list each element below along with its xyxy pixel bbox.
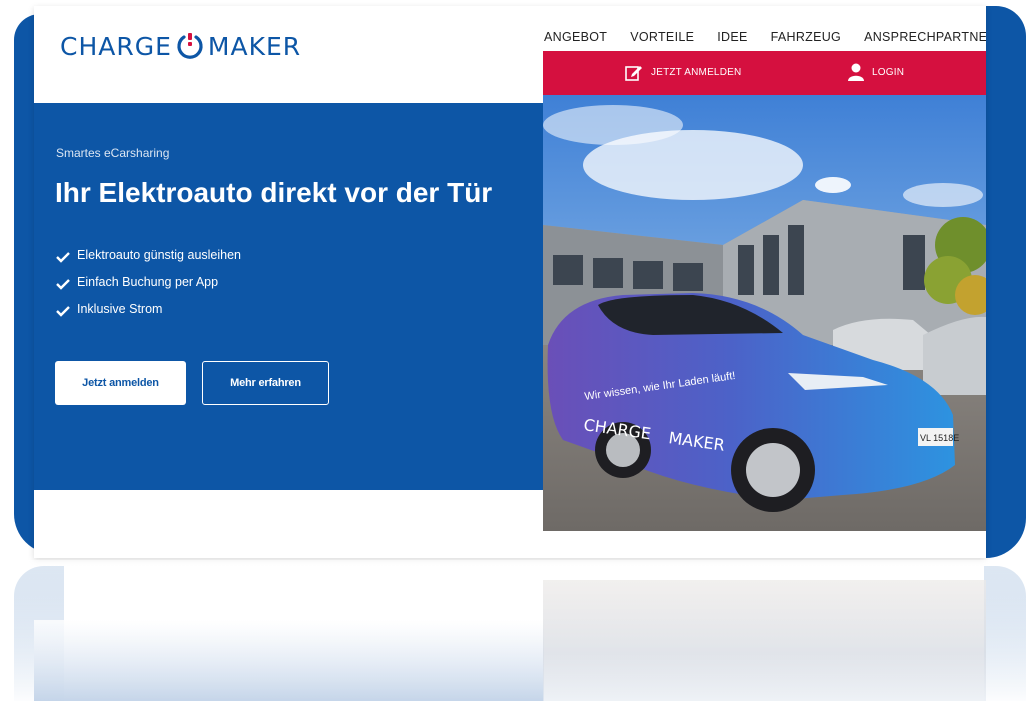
feature-label: Einfach Buchung per App [77,275,219,289]
frame-right-edge [984,6,1026,558]
nav-item-ansprechpartner[interactable]: ANSPRECHPARTNER [864,30,986,48]
feature-label: Inklusive Strom [77,302,163,316]
nav-item-idee[interactable]: IDEE [717,30,747,48]
feature-item: Inklusive Strom [56,302,241,329]
login-label: LOGIN [872,66,905,78]
hero-photo: Wir wissen, wie Ihr Laden läuft! CHARGE … [543,95,986,531]
nav-item-fahrzeug[interactable]: FAHRZEUG [771,30,841,48]
brand-logo[interactable]: CHARGE MAKER [60,26,301,66]
hero-subtitle: Smartes eCarsharing [56,146,170,160]
landing-page: CHARGE MAKER ANGEBOT VORTEILE IDEE FAHRZ… [34,6,986,558]
user-icon [848,63,864,81]
feature-item: Einfach Buchung per App [56,275,241,302]
edit-icon [625,66,642,81]
power-icon [175,31,205,61]
feature-label: Elektroauto günstig ausleihen [77,248,242,262]
register-link[interactable]: JETZT ANMELDEN [625,63,741,81]
login-link[interactable]: LOGIN [848,63,904,81]
feature-item: Elektroauto günstig ausleihen [56,248,241,275]
register-button[interactable]: Jetzt anmelden [55,361,186,405]
feature-list: Elektroauto günstig ausleihen Einfach Bu… [56,248,241,329]
account-bar: JETZT ANMELDEN LOGIN [543,51,986,95]
reflection-fade [14,560,1026,701]
license-plate: VL 1518E [920,433,959,443]
logo-text-left: CHARGE [60,31,172,61]
check-icon [56,279,70,290]
hero-headline: Ihr Elektroauto direkt vor der Tür [55,177,493,208]
nav-item-angebot[interactable]: ANGEBOT [544,30,607,48]
check-icon [56,306,70,317]
register-label: JETZT ANMELDEN [651,66,742,78]
check-icon [56,252,70,263]
nav-item-vorteile[interactable]: VORTEILE [630,30,694,48]
main-nav: ANGEBOT VORTEILE IDEE FAHRZEUG ANSPRECHP… [544,30,986,48]
page-reflection [14,560,1026,701]
logo-text-right: MAKER [207,31,302,61]
learn-more-button[interactable]: Mehr erfahren [202,361,329,405]
hero-section: Smartes eCarsharing Ihr Elektroauto dire… [34,103,544,490]
